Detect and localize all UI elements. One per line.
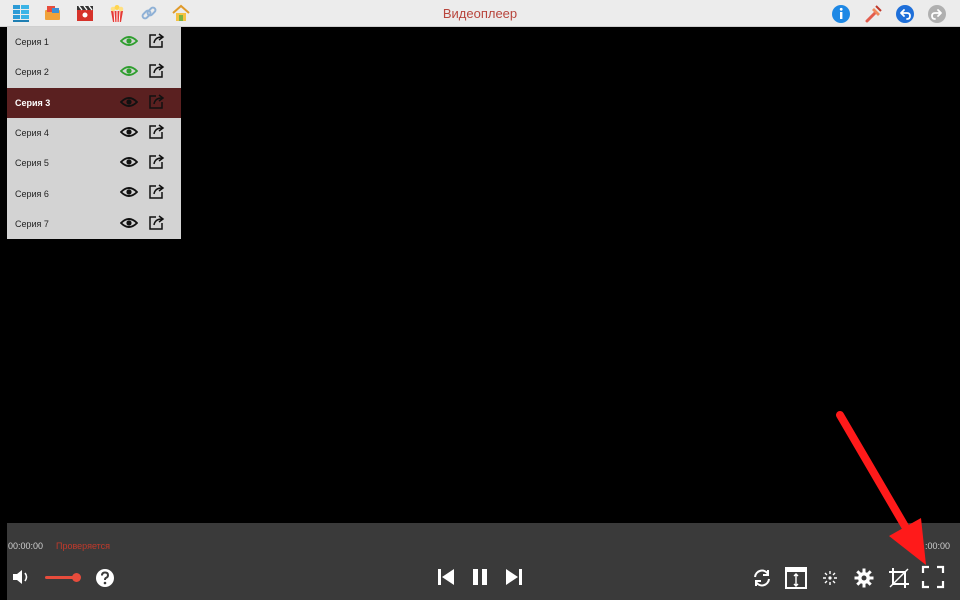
eye-icon[interactable] xyxy=(120,64,138,78)
settings-gear-icon[interactable] xyxy=(853,567,875,589)
redo-icon[interactable] xyxy=(926,3,948,25)
playlist-item[interactable]: Серия 7 xyxy=(7,209,181,239)
crop-icon[interactable] xyxy=(887,566,911,590)
playlist-item-label: Серия 2 xyxy=(15,67,49,78)
eye-icon[interactable] xyxy=(120,95,138,109)
next-icon[interactable] xyxy=(504,567,524,587)
current-time: 00:00:00 xyxy=(8,541,44,551)
episode-playlist: Серия 1 Серия 2 Серия 3 Серия 4 Серия 5 Серия… xyxy=(7,27,181,239)
share-icon[interactable] xyxy=(148,214,165,231)
playlist-item[interactable]: Серия 4 xyxy=(7,118,181,148)
fullscreen-icon[interactable] xyxy=(921,565,945,589)
eye-icon[interactable] xyxy=(120,125,138,139)
playlist-item[interactable]: Серия 5 xyxy=(7,148,181,178)
eye-icon[interactable] xyxy=(120,34,138,48)
share-icon[interactable] xyxy=(148,153,165,170)
repeat-icon[interactable] xyxy=(751,567,773,589)
status-text: Проверяется xyxy=(56,541,111,551)
share-icon[interactable] xyxy=(148,62,165,79)
playlist-item-label: Серия 1 xyxy=(15,37,49,48)
share-icon[interactable] xyxy=(148,183,165,200)
playlist-item-label: Серия 5 xyxy=(15,158,49,169)
playlist-item-label: Серия 7 xyxy=(15,218,49,229)
share-icon[interactable] xyxy=(148,93,165,110)
volume-knob[interactable] xyxy=(71,573,81,582)
playlist-item-label: Серия 4 xyxy=(15,128,49,139)
player-controls: 00:00:00 Проверяется :00:00 xyxy=(7,523,960,600)
stars-icon[interactable] xyxy=(820,568,840,588)
help-icon[interactable] xyxy=(95,568,115,588)
volume-slider[interactable] xyxy=(45,573,81,583)
pause-icon[interactable] xyxy=(470,567,490,587)
playlist-item[interactable]: Серия 2 xyxy=(7,57,181,87)
total-time: :00:00 xyxy=(924,541,950,551)
playlist-item-label: Серия 6 xyxy=(15,188,49,199)
eye-icon[interactable] xyxy=(120,155,138,169)
share-icon[interactable] xyxy=(148,123,165,140)
info-icon[interactable] xyxy=(830,3,852,25)
playlist-item-label: Серия 3 xyxy=(15,97,51,108)
eye-icon[interactable] xyxy=(120,216,138,230)
eye-icon[interactable] xyxy=(120,185,138,199)
playlist-item[interactable]: Серия 6 xyxy=(7,178,181,208)
undo-icon[interactable] xyxy=(894,3,916,25)
share-icon[interactable] xyxy=(148,32,165,49)
playlist-item[interactable]: Серия 1 xyxy=(7,27,181,57)
toolbar-right-group xyxy=(830,3,948,25)
playlist-item[interactable]: Серия 3 xyxy=(7,87,181,118)
volume-icon[interactable] xyxy=(11,567,33,587)
tools-icon[interactable] xyxy=(862,3,884,25)
top-toolbar: Видеоплеер xyxy=(0,0,960,27)
previous-icon[interactable] xyxy=(436,567,456,587)
aspect-ratio-icon[interactable] xyxy=(784,566,808,590)
page-title: Видеоплеер xyxy=(442,6,518,21)
